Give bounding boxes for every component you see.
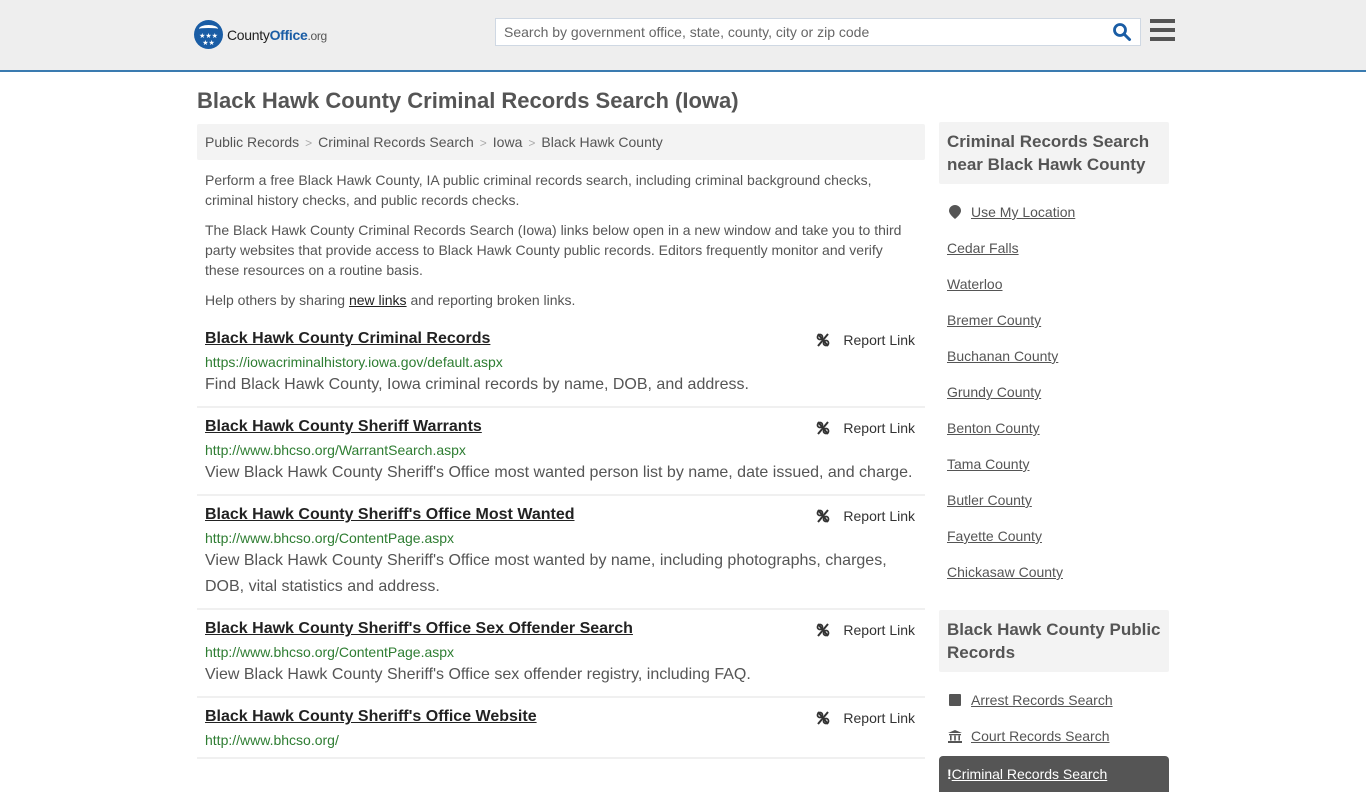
new-links-link[interactable]: new links (349, 292, 407, 308)
result-url: http://www.bhcso.org/ContentPage.aspx (205, 644, 455, 660)
public-records-item-active: ! Criminal Records Search (939, 756, 1169, 792)
nearby-link-fayette-county[interactable]: Fayette County (947, 528, 1042, 544)
breadcrumb-separator: > (305, 136, 313, 150)
nearby-item: Tama County (947, 446, 1161, 482)
search-box (495, 18, 1141, 46)
breadcrumb-iowa[interactable]: Iowa (493, 134, 523, 150)
breadcrumb-public-records[interactable]: Public Records (205, 134, 299, 150)
use-my-location-link[interactable]: Use My Location (971, 204, 1075, 220)
nearby-item: Cedar Falls (947, 230, 1161, 266)
result-item: Black Hawk County Sheriff's Office Sex O… (197, 610, 925, 698)
eagle-logo-icon: ★★★ ★★ (194, 20, 223, 49)
use-location-item: Use My Location (947, 194, 1161, 230)
result-description: Find Black Hawk County, Iowa criminal re… (205, 376, 749, 393)
intro-text: Perform a free Black Hawk County, IA pub… (205, 170, 917, 320)
broken-link-icon (817, 711, 830, 725)
result-url: http://www.bhcso.org/WarrantSearch.aspx (205, 442, 466, 458)
result-title-link[interactable]: Black Hawk County Criminal Records (205, 330, 490, 348)
result-item: Black Hawk County Sheriff's Office Most … (197, 496, 925, 610)
map-pin-icon (947, 205, 963, 219)
broken-link-icon (817, 509, 830, 523)
result-item: Black Hawk County Sheriff Warrants http:… (197, 408, 925, 496)
nearby-link-bremer-county[interactable]: Bremer County (947, 312, 1041, 328)
report-link-button[interactable]: Report Link (815, 332, 915, 348)
result-url: https://iowacriminalhistory.iowa.gov/def… (205, 354, 503, 370)
result-url: http://www.bhcso.org/ (205, 732, 339, 748)
breadcrumb-current: Black Hawk County (541, 134, 663, 150)
nearby-link-benton-county[interactable]: Benton County (947, 420, 1040, 436)
nearby-list: Use My Location Cedar Falls Waterloo Bre… (939, 184, 1169, 590)
broken-link-icon (817, 333, 830, 347)
breadcrumb: Public Records > Criminal Records Search > I… (197, 124, 925, 160)
nearby-item: Grundy County (947, 374, 1161, 410)
broken-link-icon (817, 623, 830, 637)
logo-text: CountyOffice.org (227, 26, 327, 43)
nearby-item: Buchanan County (947, 338, 1161, 374)
result-title-link[interactable]: Black Hawk County Sheriff's Office Sex O… (205, 620, 633, 638)
nearby-item: Chickasaw County (947, 554, 1161, 590)
report-link-button[interactable]: Report Link (815, 710, 915, 726)
result-title-link[interactable]: Black Hawk County Sheriff Warrants (205, 418, 482, 436)
public-records-item: Arrest Records Search (939, 682, 1169, 718)
nearby-heading: Criminal Records Search near Black Hawk … (939, 122, 1169, 184)
nearby-item: Fayette County (947, 518, 1161, 554)
breadcrumb-criminal-records-search[interactable]: Criminal Records Search (318, 134, 474, 150)
intro-paragraph: Perform a free Black Hawk County, IA pub… (205, 172, 872, 208)
nearby-link-butler-county[interactable]: Butler County (947, 492, 1032, 508)
results-list: Black Hawk County Criminal Records https… (197, 320, 925, 759)
share-note: Help others by sharing new links and rep… (205, 292, 576, 308)
report-link-button[interactable]: Report Link (815, 508, 915, 524)
search-input[interactable] (496, 19, 1106, 45)
public-records-item: Court Records Search (939, 718, 1169, 754)
nearby-link-chickasaw-county[interactable]: Chickasaw County (947, 564, 1063, 580)
nearby-link-tama-county[interactable]: Tama County (947, 456, 1029, 472)
public-records-heading: Black Hawk County Public Records (939, 610, 1169, 672)
breadcrumb-separator: > (479, 136, 487, 150)
court-records-search-link[interactable]: Court Records Search (971, 728, 1110, 744)
hamburger-menu-icon[interactable] (1150, 19, 1175, 41)
report-link-button[interactable]: Report Link (815, 622, 915, 638)
nearby-item: Bremer County (947, 302, 1161, 338)
page-title: Black Hawk County Criminal Records Searc… (197, 88, 739, 113)
broken-link-icon (817, 421, 830, 435)
search-icon (1113, 23, 1131, 41)
result-title-link[interactable]: Black Hawk County Sheriff's Office Websi… (205, 708, 537, 726)
site-logo[interactable]: ★★★ ★★ CountyOffice.org (194, 20, 327, 49)
arrest-records-search-link[interactable]: Arrest Records Search (971, 692, 1113, 708)
nearby-link-cedar-falls[interactable]: Cedar Falls (947, 240, 1019, 256)
search-button[interactable] (1112, 22, 1134, 42)
intro-paragraph: The Black Hawk County Criminal Records S… (205, 222, 902, 278)
criminal-records-search-link[interactable]: Criminal Records Search (952, 766, 1108, 782)
nearby-item: Butler County (947, 482, 1161, 518)
nearby-item: Benton County (947, 410, 1161, 446)
result-item: Black Hawk County Sheriff's Office Websi… (197, 698, 925, 759)
result-description: View Black Hawk County Sheriff's Office … (205, 464, 913, 481)
public-records-list: Arrest Records Search Court Records Sear… (939, 672, 1169, 792)
result-url: http://www.bhcso.org/ContentPage.aspx (205, 530, 455, 546)
result-description: View Black Hawk County Sheriff's Office … (205, 666, 751, 683)
site-header: ★★★ ★★ CountyOffice.org (0, 0, 1366, 72)
report-link-button[interactable]: Report Link (815, 420, 915, 436)
result-title-link[interactable]: Black Hawk County Sheriff's Office Most … (205, 506, 575, 524)
breadcrumb-separator: > (528, 136, 536, 150)
nearby-link-grundy-county[interactable]: Grundy County (947, 384, 1041, 400)
nearby-item: Waterloo (947, 266, 1161, 302)
result-item: Black Hawk County Criminal Records https… (197, 320, 925, 408)
square-icon (947, 694, 963, 706)
courthouse-icon (947, 729, 963, 743)
result-description: View Black Hawk County Sheriff's Office … (205, 552, 887, 595)
nearby-link-waterloo[interactable]: Waterloo (947, 276, 1003, 292)
nearby-link-buchanan-county[interactable]: Buchanan County (947, 348, 1058, 364)
sidebar: Criminal Records Search near Black Hawk … (939, 122, 1169, 792)
